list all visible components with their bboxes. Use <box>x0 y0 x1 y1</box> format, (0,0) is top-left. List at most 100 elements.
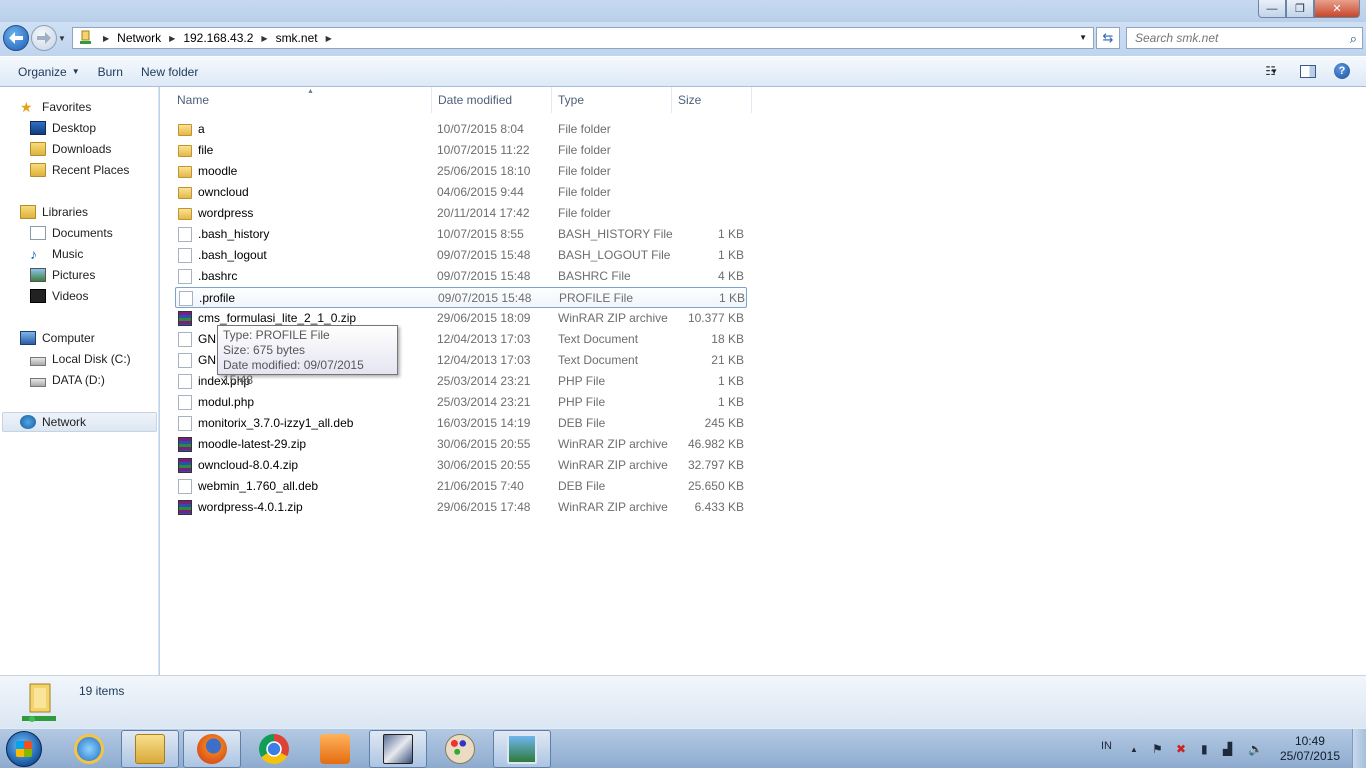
sort-ascending-icon: ▲ <box>307 88 314 95</box>
column-header-date[interactable]: Date modified <box>432 87 552 113</box>
recent-pages-dropdown[interactable]: ▼ <box>58 34 66 43</box>
nav-label: DATA (D:) <box>52 373 105 387</box>
documents-icon <box>30 226 46 240</box>
star-icon: ★ <box>20 99 33 115</box>
column-header-type[interactable]: Type <box>552 87 672 113</box>
nav-libraries[interactable]: Libraries <box>20 202 178 222</box>
preview-pane-icon[interactable] <box>1300 65 1316 78</box>
help-icon[interactable]: ? <box>1334 63 1350 79</box>
column-header-name[interactable]: Name ▲ <box>170 87 432 113</box>
breadcrumb-network[interactable]: Network <box>117 31 161 45</box>
maximize-button[interactable]: ❐ <box>1286 0 1314 18</box>
recent-places-icon <box>30 163 46 177</box>
volume-icon[interactable]: 🔈 <box>1248 742 1263 756</box>
file-date: 25/03/2014 23:21 <box>437 395 531 409</box>
music-icon: ♪ <box>30 246 37 262</box>
videos-icon <box>30 289 46 303</box>
file-row[interactable]: .bashrc 09/07/2015 15:48 BASHRC File 4 KB <box>175 266 747 287</box>
nav-favorites[interactable]: ★ Favorites <box>20 97 178 117</box>
column-header-size[interactable]: Size <box>672 87 752 113</box>
close-button[interactable]: ✕ <box>1314 0 1360 18</box>
language-indicator[interactable]: IN <box>1101 740 1115 754</box>
tooltip-date: Date modified: 09/07/2015 15:48 <box>223 358 364 387</box>
folder-icon <box>178 208 192 220</box>
new-folder-button[interactable]: New folder <box>132 60 207 84</box>
refresh-button[interactable]: ⇆ <box>1096 27 1120 49</box>
nav-network[interactable]: Network <box>2 412 157 432</box>
taskbar-chrome[interactable] <box>245 730 303 768</box>
breadcrumb-chevron-icon[interactable]: ▶ <box>103 34 109 43</box>
view-options-dropdown[interactable]: ▼ <box>1270 67 1278 76</box>
file-row[interactable]: moodle-latest-29.zip 30/06/2015 20:55 WinR… <box>175 434 747 455</box>
address-history-dropdown[interactable]: ▼ <box>1079 33 1087 42</box>
taskbar-putty[interactable] <box>369 730 427 768</box>
nav-label: Videos <box>52 289 89 303</box>
refresh-icon: ⇆ <box>1102 30 1114 45</box>
signal-strength-icon[interactable]: ▟ <box>1223 742 1237 756</box>
network-disconnected-icon[interactable]: ✖ <box>1176 742 1190 756</box>
file-explorer-icon <box>135 734 165 764</box>
file-row[interactable]: .bash_logout 09/07/2015 15:48 BASH_LOGOUT … <box>175 245 747 266</box>
breadcrumb-chevron-icon[interactable]: ▶ <box>326 34 332 43</box>
file-row[interactable]: .bash_history 10/07/2015 8:55 BASH_HISTORY… <box>175 224 747 245</box>
minimize-button[interactable]: — <box>1258 0 1286 18</box>
pictures-icon <box>30 268 46 282</box>
file-row[interactable]: file 10/07/2015 11:22 File folder <box>175 140 747 161</box>
taskbar-photo-viewer[interactable] <box>493 730 551 768</box>
breadcrumb-chevron-icon[interactable]: ▶ <box>169 34 175 43</box>
file-type: BASHRC File <box>558 269 631 283</box>
breadcrumb-share[interactable]: smk.net <box>276 31 318 45</box>
file-size: 18 KB <box>711 332 744 346</box>
file-row[interactable]: owncloud 04/06/2015 9:44 File folder <box>175 182 747 203</box>
file-row[interactable]: wordpress 20/11/2014 17:42 File folder <box>175 203 747 224</box>
file-name: owncloud-8.0.4.zip <box>198 458 299 472</box>
organize-button[interactable]: Organize ▼ <box>9 60 89 84</box>
file-date: 25/03/2014 23:21 <box>437 374 531 388</box>
battery-icon[interactable]: ▮ <box>1201 742 1215 756</box>
media-player-icon <box>320 734 350 764</box>
file-icon <box>178 353 192 368</box>
taskbar-file-explorer[interactable] <box>121 730 179 768</box>
show-hidden-icons-icon[interactable]: ▲ <box>1130 745 1144 759</box>
winrar-archive-icon <box>178 500 192 515</box>
file-row[interactable]: .profile 09/07/2015 15:48 PROFILE File 1 KB <box>175 287 747 308</box>
nav-computer[interactable]: Computer <box>20 328 178 348</box>
file-row[interactable]: a 10/07/2015 8:04 File folder <box>175 119 747 140</box>
file-row[interactable]: moodle 25/06/2015 18:10 File folder <box>175 161 747 182</box>
file-date: 04/06/2015 9:44 <box>437 185 524 199</box>
taskbar-media-player[interactable] <box>306 730 364 768</box>
firefox-icon <box>197 734 227 764</box>
forward-button[interactable] <box>31 25 57 51</box>
organize-label: Organize <box>18 64 67 79</box>
column-label: Size <box>678 93 702 107</box>
file-row[interactable]: modul.php 25/03/2014 23:21 PHP File 1 KB <box>175 392 747 413</box>
file-row[interactable]: owncloud-8.0.4.zip 30/06/2015 20:55 WinRAR… <box>175 455 747 476</box>
file-date: 10/07/2015 8:55 <box>437 227 524 241</box>
file-name: GN <box>198 353 216 367</box>
start-button[interactable] <box>6 731 42 767</box>
burn-button[interactable]: Burn <box>89 60 132 84</box>
file-date: 09/07/2015 15:48 <box>437 248 531 262</box>
search-icon[interactable]: ⌕ <box>1350 31 1357 47</box>
file-row[interactable]: monitorix_3.7.0-izzy1_all.deb 16/03/2015 … <box>175 413 747 434</box>
file-row[interactable]: wordpress-4.0.1.zip 29/06/2015 17:48 WinRA… <box>175 497 747 518</box>
back-button[interactable] <box>3 25 29 51</box>
file-row[interactable]: webmin_1.760_all.deb 21/06/2015 7:40 DEB F… <box>175 476 747 497</box>
breadcrumb-chevron-icon[interactable]: ▶ <box>261 34 267 43</box>
file-date: 21/06/2015 7:40 <box>437 479 524 493</box>
system-clock[interactable]: 10:49 25/07/2015 <box>1280 734 1340 764</box>
column-label: Name <box>177 93 210 107</box>
search-box[interactable]: ⌕ <box>1126 27 1363 49</box>
address-bar[interactable]: ▶ Network ▶ 192.168.43.2 ▶ smk.net ▶ ▼ <box>72 27 1094 49</box>
taskbar-internet-explorer[interactable] <box>60 730 118 768</box>
breadcrumb-host[interactable]: 192.168.43.2 <box>183 31 253 45</box>
file-date: 12/04/2013 17:03 <box>437 353 531 367</box>
file-name: .profile <box>199 291 236 305</box>
taskbar-firefox[interactable] <box>183 730 241 768</box>
file-type: File folder <box>558 143 611 157</box>
search-input[interactable] <box>1135 31 1335 45</box>
action-center-flag-icon[interactable]: ⚑ <box>1152 742 1166 756</box>
show-desktop-button[interactable] <box>1352 729 1366 768</box>
taskbar-paint[interactable] <box>431 730 489 768</box>
file-name: owncloud <box>198 185 249 199</box>
